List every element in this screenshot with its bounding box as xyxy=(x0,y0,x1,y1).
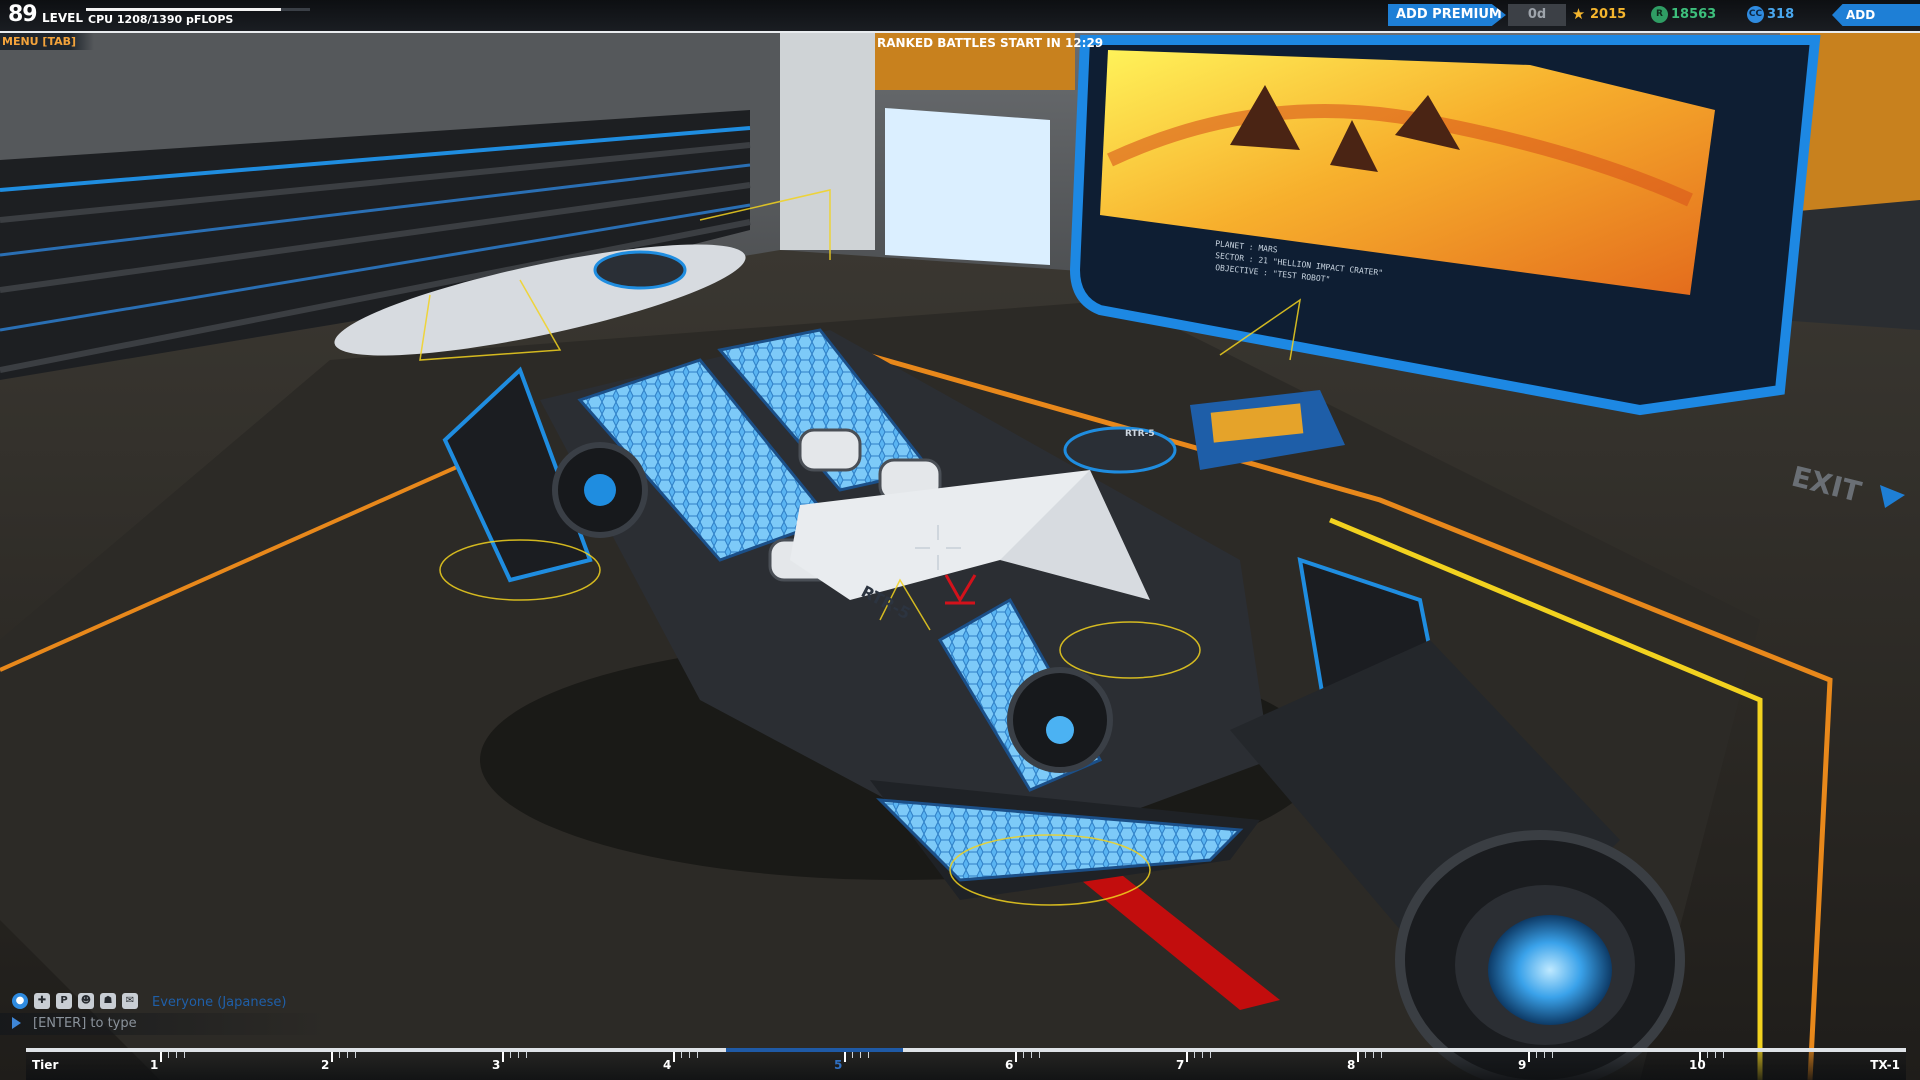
globe-icon[interactable]: ● xyxy=(12,993,28,1009)
tier-progress-bar: Tier TX-1 1 2 3 4 5 6 7 8 9 10 xyxy=(26,1048,1906,1080)
robits-counter: R 18563 xyxy=(1651,5,1716,25)
tier-tick xyxy=(1357,1052,1359,1062)
tier-subtick xyxy=(1381,1052,1382,1058)
party-icon[interactable]: P xyxy=(56,993,72,1009)
tier-subtick xyxy=(1536,1052,1537,1058)
rotor-label-rear: RTR-5 xyxy=(1125,429,1155,439)
tier-label-5: 5 xyxy=(834,1058,843,1072)
tier-label-7: 7 xyxy=(1176,1058,1185,1072)
tier-subtick xyxy=(860,1052,861,1058)
tier-label-1: 1 xyxy=(150,1058,159,1072)
tier-tick xyxy=(331,1052,333,1062)
tier-subtick xyxy=(1544,1052,1545,1058)
tier-subtick xyxy=(868,1052,869,1058)
clan-icon[interactable]: ☗ xyxy=(100,993,116,1009)
player-level-number: 89 xyxy=(8,2,38,27)
premium-days-remaining: 0d xyxy=(1508,4,1566,26)
tier-subtick xyxy=(1039,1052,1040,1058)
cpu-usage-bar xyxy=(86,8,310,11)
tier-label-9: 9 xyxy=(1518,1058,1527,1072)
tier-subtick xyxy=(339,1052,340,1058)
tier-tick xyxy=(502,1052,504,1062)
tier-subtick xyxy=(852,1052,853,1058)
tier-subtick xyxy=(1707,1052,1708,1058)
tier-subtick xyxy=(1365,1052,1366,1058)
pillar xyxy=(780,30,875,250)
cosmetic-credits-counter: CC 318 xyxy=(1747,5,1794,25)
whisper-icon[interactable]: ✉ xyxy=(122,993,138,1009)
tier-label-8: 8 xyxy=(1347,1058,1356,1072)
tier-subtick xyxy=(168,1052,169,1058)
top-hud-bar: 89 LEVEL CPU 1208/1390 pFLOPS ADD PREMIU… xyxy=(0,0,1920,33)
tier-label-2: 2 xyxy=(321,1058,330,1072)
tier-subtick xyxy=(1023,1052,1024,1058)
tier-tick xyxy=(1528,1052,1530,1062)
tier-subtick xyxy=(1373,1052,1374,1058)
tier-tick xyxy=(844,1052,846,1062)
tier-end-label: TX-1 xyxy=(1870,1058,1900,1072)
tier-subtick xyxy=(1031,1052,1032,1058)
tier-label-3: 3 xyxy=(492,1058,501,1072)
cpu-usage-fill xyxy=(86,8,281,11)
tier-tick xyxy=(1015,1052,1017,1062)
tier-subtick xyxy=(697,1052,698,1058)
tier-subtick xyxy=(518,1052,519,1058)
cosmetic-credit-icon: CC xyxy=(1747,6,1764,23)
player-level-label: LEVEL xyxy=(42,11,83,25)
tier-subtick xyxy=(1723,1052,1724,1058)
tier-subtick xyxy=(176,1052,177,1058)
tier-label-10: 10 xyxy=(1689,1058,1706,1072)
robits-value: 18563 xyxy=(1671,7,1717,22)
tier-current-segment xyxy=(726,1048,903,1052)
robits-coin-icon: R xyxy=(1651,6,1668,23)
tech-points-counter: ★ 2015 xyxy=(1570,5,1626,25)
lit-doorway xyxy=(885,108,1050,265)
tier-subtick xyxy=(526,1052,527,1058)
tier-track xyxy=(26,1048,1906,1052)
tier-tick xyxy=(673,1052,675,1062)
tech-points-value: 2015 xyxy=(1590,7,1627,22)
tier-label-4: 4 xyxy=(663,1058,672,1072)
cosmetic-credits-value: 318 xyxy=(1767,7,1795,22)
garage-scene: PLANET : MARS SECTOR : 21 "HELLION IMPAC… xyxy=(0,30,1920,1080)
cpu-usage-text: CPU 1208/1390 pFLOPS xyxy=(88,13,234,26)
chat-prompt-arrow-icon xyxy=(12,1017,21,1029)
tier-subtick xyxy=(1202,1052,1203,1058)
tier-tick xyxy=(1186,1052,1188,1062)
tier-start-label: Tier xyxy=(32,1058,59,1072)
add-premium-button[interactable]: ADD PREMIUM xyxy=(1388,4,1506,26)
chat-input-hint: [ENTER] to type xyxy=(33,1016,137,1031)
tier-label-6: 6 xyxy=(1005,1058,1014,1072)
tier-subtick xyxy=(681,1052,682,1058)
chat-channel-name[interactable]: Everyone (Japanese) xyxy=(152,995,286,1010)
team-icon[interactable]: ✚ xyxy=(34,993,50,1009)
tier-subtick xyxy=(510,1052,511,1058)
star-icon: ★ xyxy=(1571,5,1586,23)
tier-subtick xyxy=(1715,1052,1716,1058)
ranked-battles-timer: RANKED BATTLES START IN 12:29 xyxy=(877,36,1104,50)
add-funds-button[interactable]: ADD FUNDS xyxy=(1832,4,1920,26)
menu-tab-button[interactable]: MENU [TAB] xyxy=(0,33,95,50)
tier-subtick xyxy=(1194,1052,1195,1058)
friend-icon[interactable]: ☻ xyxy=(78,993,94,1009)
tier-tick xyxy=(160,1052,162,1062)
tier-subtick xyxy=(184,1052,185,1058)
tier-subtick xyxy=(347,1052,348,1058)
tier-subtick xyxy=(1552,1052,1553,1058)
tier-subtick xyxy=(689,1052,690,1058)
tier-subtick xyxy=(1210,1052,1211,1058)
tier-subtick xyxy=(355,1052,356,1058)
